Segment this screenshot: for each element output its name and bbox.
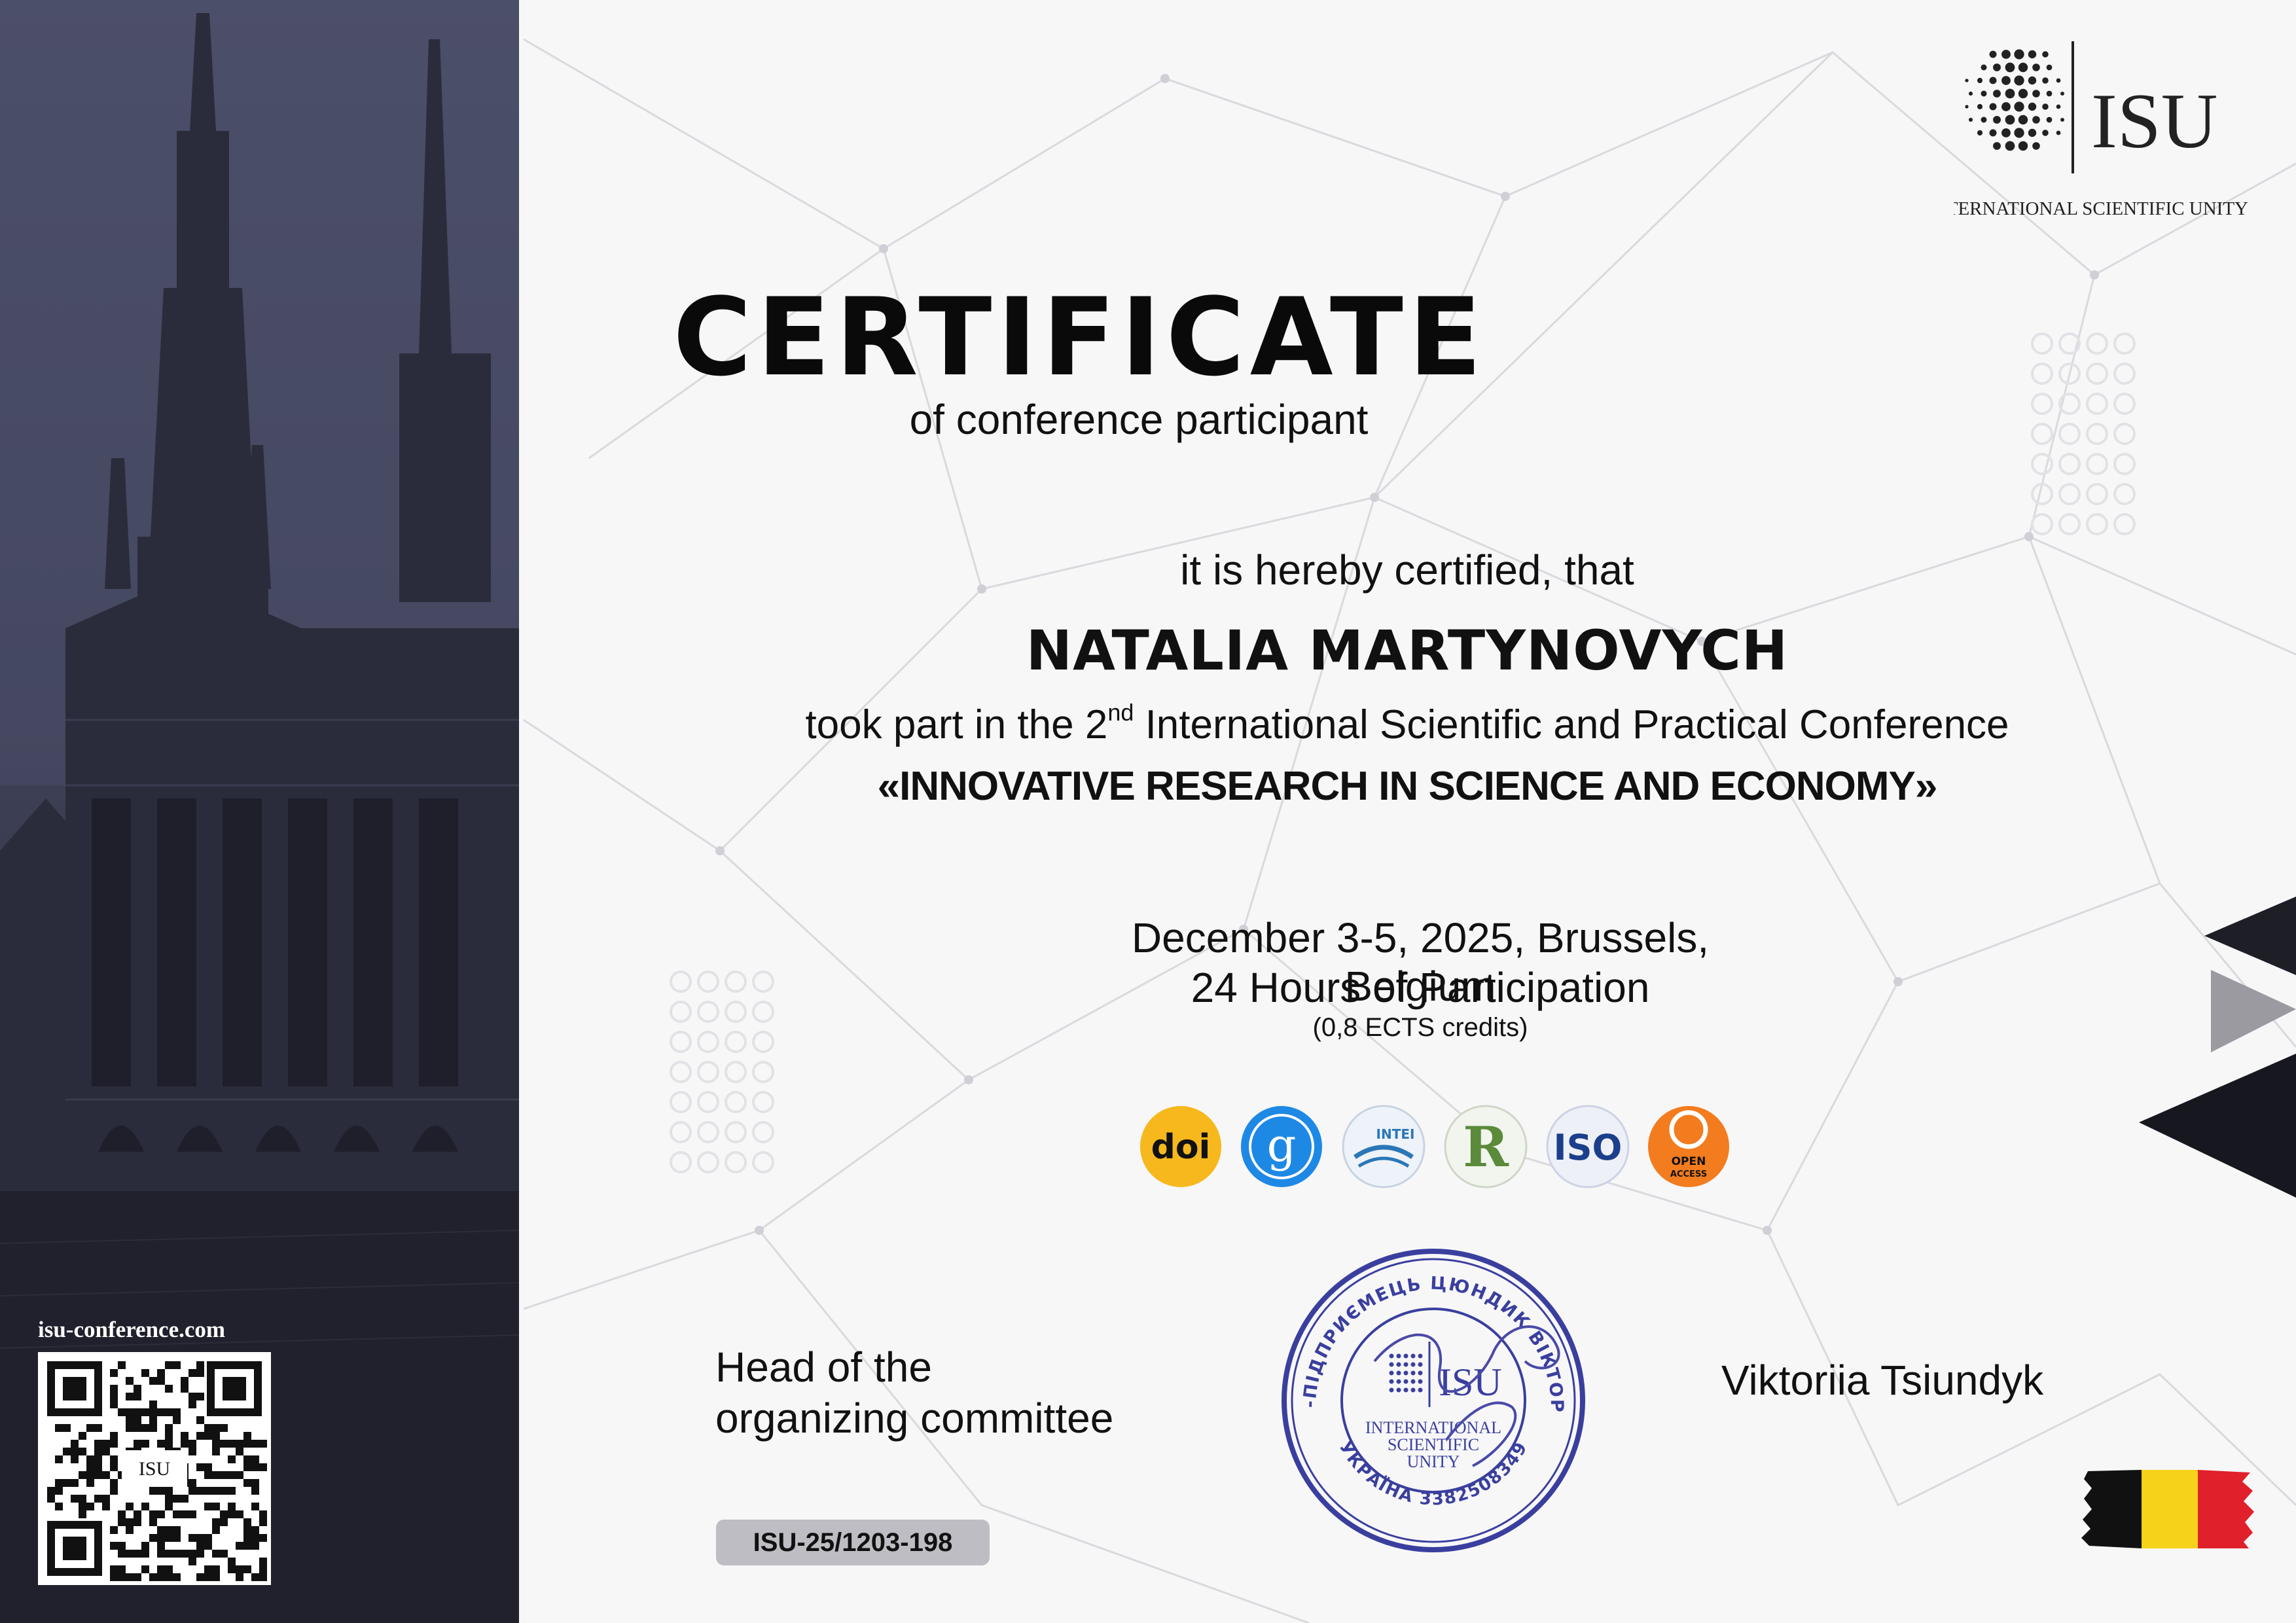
svg-text:ACCESS: ACCESS [1670, 1169, 1707, 1179]
left-photo-panel: isu-conference.com ISU [0, 0, 519, 1623]
logo-org-name: INTERNATIONAL SCIENTIFIC UNITY [1954, 198, 2248, 219]
dot-grid-decoration [670, 971, 774, 1173]
certificate-id: ISU-25/1203-198 [716, 1520, 990, 1565]
belgium-flag-icon [2081, 1470, 2254, 1548]
indexing-badges: doi g INTEI R ISO OPEN ACCESS [1139, 1101, 1741, 1192]
open-access-icon: OPEN ACCESS [1648, 1106, 1729, 1187]
qr-code[interactable]: ISU [38, 1352, 271, 1585]
signer-name: Viktoriia Tsiundyk [1721, 1357, 2044, 1404]
website-url[interactable]: isu-conference.com [38, 1317, 287, 1343]
conference-title: «INNOVATIVE RESEARCH IN SCIENCE AND ECON… [877, 764, 1938, 809]
ordinal-suffix: nd [1107, 699, 1134, 726]
qr-center-logo: ISU [139, 1458, 171, 1480]
svg-text:INTEI: INTEI [1376, 1126, 1415, 1142]
head-of-committee-label: Head of the organizing committee [715, 1342, 1113, 1444]
official-seal: ФІЗИЧНА ОСОБА-ПІДПРИЄМЕЦЬ ЦЮНДИК ВІКТОРІ… [1267, 1227, 1590, 1558]
head-line-2: organizing committee [715, 1395, 1114, 1442]
certified-line: it is hereby certified, that [1180, 546, 1634, 594]
svg-text:OPEN: OPEN [1672, 1155, 1706, 1168]
dot-grid-decoration [2031, 332, 2136, 535]
conference-type-text: International Scientific and Practical C… [1134, 702, 2009, 747]
participation-hours: 24 Hours of Participation [1191, 964, 1650, 1011]
google-scholar-icon: g [1241, 1106, 1322, 1187]
rb-index-icon: R [1444, 1105, 1528, 1188]
seal-inner-line-3: UNITY [1407, 1452, 1460, 1471]
certificate-title: CERTIFICATE [673, 275, 1487, 400]
ects-credits: (0,8 ECTS credits) [1312, 1013, 1528, 1042]
svg-text:ISO: ISO [1554, 1127, 1623, 1168]
participation-statement: took part in the 2nd International Scien… [589, 699, 2225, 748]
took-part-text: took part in the 2 [805, 702, 1108, 747]
svg-text:doi: doi [1151, 1128, 1211, 1167]
isu-logo: ISU INTERNATIONAL SCIENTIFIC UNITY [1926, 36, 2255, 226]
decorative-triangles [2139, 897, 2296, 1198]
seal-inner-line-2: SCIENTIFIC [1388, 1435, 1479, 1454]
svg-text:R: R [1463, 1115, 1509, 1179]
head-line-1: Head of the [715, 1344, 932, 1391]
logo-mark-text: ISU [2091, 77, 2217, 164]
iso-icon: ISO [1546, 1105, 1630, 1188]
seal-inner-line-1: INTERNATIONAL [1365, 1418, 1501, 1437]
doi-icon: doi [1140, 1106, 1221, 1187]
qr-code-icon: ISU [38, 1352, 271, 1585]
svg-text:g: g [1267, 1118, 1297, 1172]
intei-icon: INTEI [1342, 1105, 1426, 1188]
participant-name: NATALIA MARTYNOVYCH [1026, 618, 1789, 683]
certificate-subtitle: of conference participant [909, 396, 1369, 443]
